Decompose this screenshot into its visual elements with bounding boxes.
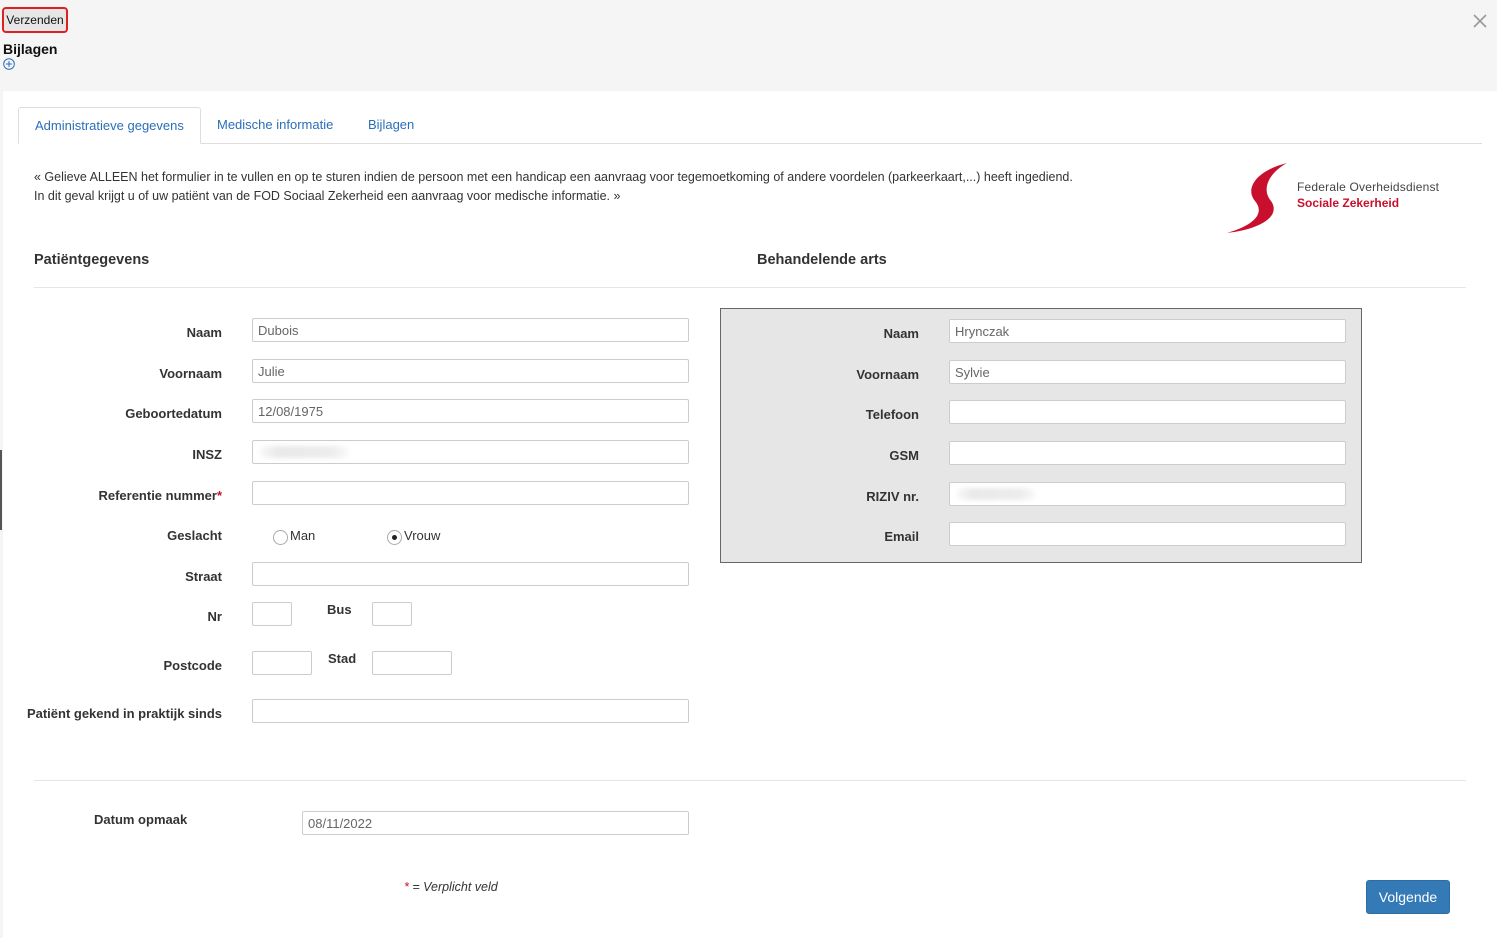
birthdate-input[interactable]	[252, 399, 689, 423]
doctor-firstname-input[interactable]	[949, 360, 1346, 384]
email-input[interactable]	[949, 522, 1346, 546]
send-button[interactable]: Verzenden	[2, 7, 68, 33]
gender-woman-radio[interactable]	[387, 530, 402, 545]
known-since-label: Patiënt gekend in praktijk sinds	[26, 706, 222, 721]
doctor-section-title: Behandelende arts	[757, 252, 887, 268]
gender-label: Geslacht	[167, 528, 222, 543]
riziv-label: RIZIV nr.	[866, 489, 919, 504]
riziv-input[interactable]	[949, 482, 1346, 506]
patient-name-label: Naam	[186, 325, 222, 340]
reference-label: Referentie nummer*	[98, 488, 222, 503]
city-label: Stad	[328, 651, 357, 666]
tab-attachments[interactable]: Bijlagen	[352, 107, 430, 142]
street-label: Straat	[185, 569, 222, 584]
gsm-input[interactable]	[949, 441, 1346, 465]
required-marker: *	[216, 488, 222, 503]
redacted-value	[956, 488, 1036, 500]
email-label: Email	[884, 529, 919, 544]
tab-medical[interactable]: Medische informatie	[201, 107, 349, 142]
birthdate-label: Geboortedatum	[125, 406, 222, 421]
tab-administrative[interactable]: Administratieve gegevens	[18, 107, 201, 144]
doctor-box: Naam Voornaam Telefoon GSM RIZIV nr. Ema…	[720, 308, 1362, 563]
attachments-title: Bijlagen	[3, 41, 58, 57]
doctor-firstname-label: Voornaam	[856, 367, 919, 382]
section-divider	[34, 287, 1466, 288]
form-panel: Administratieve gegevens Medische inform…	[3, 91, 1497, 938]
insz-input[interactable]	[252, 440, 689, 464]
nr-input[interactable]	[252, 602, 292, 626]
patient-firstname-input[interactable]	[252, 359, 689, 383]
postcode-label: Postcode	[163, 658, 222, 673]
doctor-name-input[interactable]	[949, 319, 1346, 343]
logo-line2: Sociale Zekerheid	[1297, 196, 1400, 210]
patient-firstname-label: Voornaam	[159, 366, 222, 381]
top-bar: Verzenden Bijlagen	[0, 0, 1497, 90]
gsm-label: GSM	[889, 448, 919, 463]
notice-text: « Gelieve ALLEEN het formulier in te vul…	[34, 170, 1073, 203]
next-button[interactable]: Volgende	[1366, 880, 1450, 914]
logo-line1: Federale Overheidsdienst	[1297, 180, 1440, 194]
add-circle-icon[interactable]	[3, 58, 15, 70]
tab-bar: Administratieve gegevens Medische inform…	[18, 107, 1482, 144]
postcode-input[interactable]	[252, 651, 312, 675]
patient-name-input[interactable]	[252, 318, 689, 342]
phone-input[interactable]	[949, 400, 1346, 424]
insz-label: INSZ	[192, 447, 222, 462]
reference-input[interactable]	[252, 481, 689, 505]
street-input[interactable]	[252, 562, 689, 586]
gender-man-label: Man	[290, 528, 316, 543]
known-since-input[interactable]	[252, 699, 689, 723]
required-legend: * = Verplicht veld	[404, 880, 498, 894]
gender-woman-label: Vrouw	[404, 528, 441, 543]
patient-section-title: Patiëntgegevens	[34, 252, 150, 268]
close-icon[interactable]	[1472, 13, 1488, 29]
city-input[interactable]	[372, 651, 452, 675]
legend-text: = Verplicht veld	[408, 880, 498, 894]
doctor-name-label: Naam	[883, 326, 919, 341]
bus-label: Bus	[327, 602, 352, 617]
gender-man-radio[interactable]	[273, 530, 288, 545]
reference-label-text: Referentie nummer	[98, 488, 217, 503]
bottom-divider	[34, 780, 1466, 781]
redacted-value	[259, 446, 349, 458]
nr-label: Nr	[207, 609, 222, 624]
date-label: Datum opmaak	[94, 812, 188, 827]
phone-label: Telefoon	[865, 407, 919, 422]
date-input[interactable]	[302, 811, 689, 835]
window-edge	[0, 450, 2, 530]
bus-input[interactable]	[372, 602, 412, 626]
